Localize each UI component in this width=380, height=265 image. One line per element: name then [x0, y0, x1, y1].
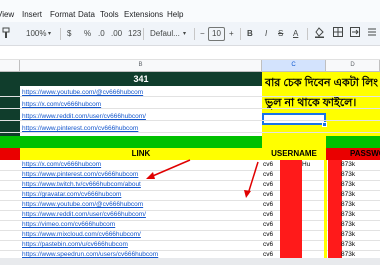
arrow-line-left	[147, 159, 191, 179]
sheet-tab-bar	[0, 258, 380, 265]
red-arrow-annotation	[146, 159, 259, 198]
arrow-line-right	[247, 161, 259, 195]
arrow-head-right	[244, 190, 251, 198]
arrow-head-left	[146, 172, 155, 179]
